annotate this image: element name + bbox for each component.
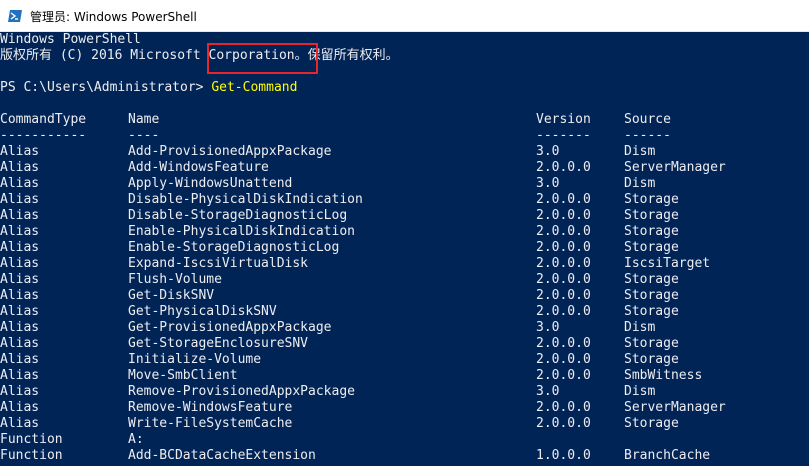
row-source: BranchCache xyxy=(624,448,711,463)
row-version: 2.0.0.0 xyxy=(536,288,591,303)
row-version: 2.0.0.0 xyxy=(536,240,591,255)
row-name: Enable-StorageDiagnosticLog xyxy=(128,240,340,255)
underline-source: ------ xyxy=(624,128,671,143)
row-name: Get-PhysicalDiskSNV xyxy=(128,304,277,319)
row-commandtype: Alias xyxy=(0,240,40,255)
underline-version: ------- xyxy=(536,128,591,143)
row-source: Dism xyxy=(624,144,656,159)
row-commandtype: Alias xyxy=(0,304,40,319)
row-source: Storage xyxy=(624,240,679,255)
row-source: Storage xyxy=(624,352,679,367)
row-name: Expand-IscsiVirtualDisk xyxy=(128,256,309,271)
row-commandtype: Alias xyxy=(0,384,40,399)
row-commandtype: Alias xyxy=(0,160,40,175)
row-version: 3.0 xyxy=(536,176,560,191)
row-version: 2.0.0.0 xyxy=(536,416,591,431)
row-name: Disable-PhysicalDiskIndication xyxy=(128,192,363,207)
row-name: Remove-ProvisionedAppxPackage xyxy=(128,384,355,399)
table-header: CommandType Name Version Source xyxy=(0,112,671,128)
row-name: Enable-PhysicalDiskIndication xyxy=(128,224,355,239)
row-commandtype: Alias xyxy=(0,352,40,367)
powershell-icon xyxy=(8,10,22,22)
console-area[interactable]: Windows PowerShell 版权所有 (C) 2016 Microso… xyxy=(0,32,809,466)
row-version: 2.0.0.0 xyxy=(536,160,591,175)
row-commandtype: Alias xyxy=(0,224,40,239)
row-version: 2.0.0.0 xyxy=(536,352,591,367)
underline-commandtype: ----------- xyxy=(0,128,87,143)
row-version: 2.0.0.0 xyxy=(536,256,591,271)
row-commandtype: Alias xyxy=(0,256,40,271)
row-source: Dism xyxy=(624,384,656,399)
row-commandtype: Alias xyxy=(0,144,40,159)
row-name: A: xyxy=(128,432,144,447)
row-name: Write-FileSystemCache xyxy=(128,416,293,431)
row-commandtype: Alias xyxy=(0,416,40,431)
command-text: Get-Command xyxy=(211,80,298,95)
row-version: 2.0.0.0 xyxy=(536,224,591,239)
command-highlight-box xyxy=(207,43,318,74)
row-name: Get-StorageEnclosureSNV xyxy=(128,336,309,351)
row-name: Disable-StorageDiagnosticLog xyxy=(128,208,348,223)
table-header-underline: ----------- ---- ------- ------ xyxy=(0,128,671,144)
row-name: Add-ProvisionedAppxPackage xyxy=(128,144,332,159)
row-source: SmbWitness xyxy=(624,368,703,383)
prompt-line: PS C:\Users\Administrator> Get-Command xyxy=(0,80,297,96)
row-version: 2.0.0.0 xyxy=(536,368,591,383)
banner-line: 版权所有 (C) 2016 Microsoft Corporation。保留所有… xyxy=(0,48,399,63)
row-commandtype: Alias xyxy=(0,288,40,303)
row-version: 1.0.0.0 xyxy=(536,448,591,463)
row-source: Storage xyxy=(624,416,679,431)
header-commandtype: CommandType xyxy=(0,112,87,127)
underline-name: ---- xyxy=(128,128,160,143)
row-version: 2.0.0.0 xyxy=(536,208,591,223)
row-source: Storage xyxy=(624,304,679,319)
row-name: Initialize-Volume xyxy=(128,352,262,367)
row-version: 3.0 xyxy=(536,320,560,335)
row-version: 3.0 xyxy=(536,144,560,159)
row-name: Remove-WindowsFeature xyxy=(128,400,293,415)
row-commandtype: Function xyxy=(0,448,63,463)
window-title: 管理员: Windows PowerShell xyxy=(30,10,197,24)
row-source: Storage xyxy=(624,336,679,351)
prompt-text: PS C:\Users\Administrator> xyxy=(0,80,212,95)
title-bar[interactable]: 管理员: Windows PowerShell xyxy=(0,0,809,32)
row-name: Move-SmbClient xyxy=(128,368,238,383)
row-source: IscsiTarget xyxy=(624,256,711,271)
row-commandtype: Alias xyxy=(0,176,40,191)
header-name: Name xyxy=(128,112,160,127)
header-version: Version xyxy=(536,112,591,127)
row-source: Storage xyxy=(624,272,679,287)
row-name: Get-ProvisionedAppxPackage xyxy=(128,320,332,335)
row-source: ServerManager xyxy=(624,400,726,415)
row-version: 2.0.0.0 xyxy=(536,272,591,287)
row-source: Storage xyxy=(624,208,679,223)
row-commandtype: Function xyxy=(0,432,63,447)
row-version: 2.0.0.0 xyxy=(536,336,591,351)
row-name: Apply-WindowsUnattend xyxy=(128,176,293,191)
row-version: 2.0.0.0 xyxy=(536,400,591,415)
row-name: Get-DiskSNV xyxy=(128,288,215,303)
row-name: Add-WindowsFeature xyxy=(128,160,269,175)
row-commandtype: Alias xyxy=(0,192,40,207)
row-source: Storage xyxy=(624,192,679,207)
row-name: Add-BCDataCacheExtension xyxy=(128,448,316,463)
powershell-window: 管理员: Windows PowerShell Windows PowerShe… xyxy=(0,0,809,466)
row-version: 2.0.0.0 xyxy=(536,304,591,319)
row-commandtype: Alias xyxy=(0,400,40,415)
header-source: Source xyxy=(624,112,671,127)
row-source: ServerManager xyxy=(624,160,726,175)
row-name: Flush-Volume xyxy=(128,272,222,287)
banner-line: Windows PowerShell xyxy=(0,32,141,47)
row-commandtype: Alias xyxy=(0,336,40,351)
row-source: Storage xyxy=(624,224,679,239)
row-source: Dism xyxy=(624,320,656,335)
row-commandtype: Alias xyxy=(0,272,40,287)
row-version: 3.0 xyxy=(536,384,560,399)
row-version: 2.0.0.0 xyxy=(536,192,591,207)
row-commandtype: Alias xyxy=(0,368,40,383)
row-commandtype: Alias xyxy=(0,320,40,335)
row-source: Dism xyxy=(624,176,656,191)
row-source: Storage xyxy=(624,288,679,303)
row-commandtype: Alias xyxy=(0,208,40,223)
